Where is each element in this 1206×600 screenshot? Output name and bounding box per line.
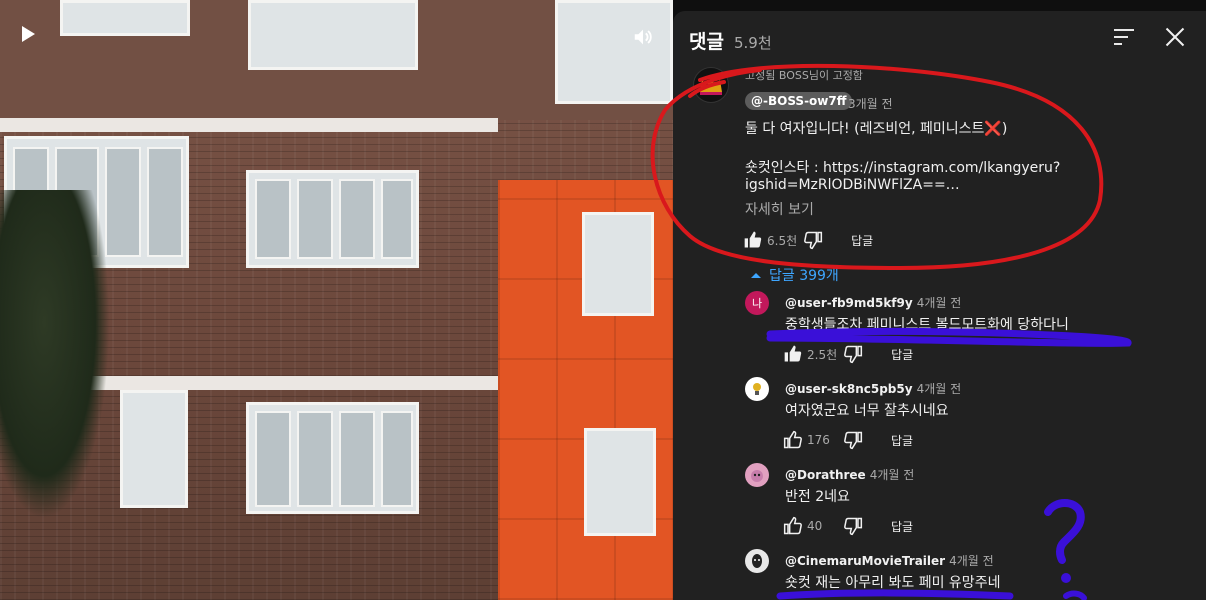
reply-author[interactable]: @user-fb9md5kf9y 4개월 전 [785, 294, 961, 311]
author-handle[interactable]: @CinemaruMovieTrailer [785, 554, 945, 568]
comment-text: 둘 다 여자입니다! (레즈비언, 페미니스트❌) [745, 121, 1008, 137]
author-handle[interactable]: @-BOSS-ow7ff [745, 92, 853, 110]
reply-button[interactable]: 답글 [891, 346, 913, 363]
comment-time: 4개월 전 [949, 554, 994, 568]
avatar[interactable] [693, 67, 729, 103]
avatar[interactable] [745, 549, 769, 573]
comment-time: 4개월 전 [916, 296, 962, 310]
comment-text: igshid=MzRlODBiNWFlZA==… [745, 177, 960, 193]
comment-time: 4개월 전 [869, 468, 915, 482]
read-more-link[interactable]: 자세히 보기 [745, 199, 814, 219]
dislike-icon[interactable] [843, 516, 863, 536]
window [120, 390, 188, 508]
reply-actions: 176 답글 [783, 429, 913, 451]
reply-button[interactable]: 답글 [851, 232, 873, 249]
reply-actions: 2.5천 답글 [783, 343, 913, 365]
like-icon[interactable] [783, 430, 803, 450]
window [246, 402, 419, 514]
reply-text: 숏컷 재는 아무리 봐도 페미 유망주네 [785, 575, 1001, 591]
avatar[interactable]: 나 [745, 291, 769, 315]
like-icon[interactable] [783, 344, 803, 364]
avatar[interactable] [745, 463, 769, 487]
author-handle[interactable]: @user-sk8nc5pb5y [785, 382, 913, 396]
like-count: 2.5천 [807, 347, 838, 362]
reply-author[interactable]: @CinemaruMovieTrailer 4개월 전 [785, 552, 994, 569]
author-handle[interactable]: @user-fb9md5kf9y [785, 296, 913, 310]
like-count: 40 [807, 519, 823, 533]
reply-text: 반전 2네요 [785, 489, 850, 505]
panel-header: 댓글 5.9천 [689, 27, 772, 54]
building-ledge [0, 118, 498, 132]
window [584, 428, 656, 536]
like-icon[interactable] [783, 516, 803, 536]
replies-count: 답글 399개 [769, 268, 839, 284]
window [246, 170, 419, 268]
reply-actions: 40 답글 [783, 515, 913, 537]
chevron-up-icon [751, 272, 761, 278]
window [60, 0, 190, 36]
close-icon[interactable] [1163, 25, 1187, 49]
dislike-icon[interactable] [843, 344, 863, 364]
video-player[interactable] [0, 0, 673, 600]
comment-time: 3개월 전 [848, 97, 893, 111]
reply-text: 여자였군요 너무 잘추시네요 [785, 403, 949, 419]
window [248, 0, 418, 70]
tree [0, 190, 110, 520]
window [555, 0, 673, 104]
like-icon[interactable] [743, 230, 763, 250]
reply-author[interactable]: @user-sk8nc5pb5y 4개월 전 [785, 380, 961, 397]
comment-text: 숏컷인스타 : https://instagram.com/lkangyeru? [745, 160, 1061, 176]
reply-button[interactable]: 답글 [891, 518, 913, 535]
reply-text: 중학생들조차 페미니스트 볼드모트화에 당하다니 [785, 317, 1069, 333]
window [582, 212, 654, 316]
like-count: 176 [807, 433, 830, 447]
play-icon[interactable] [22, 26, 35, 42]
pinned-label: 고정됨 BOSS님이 고정함 [745, 69, 863, 82]
volume-icon[interactable] [632, 26, 654, 53]
comment-time: 4개월 전 [916, 382, 962, 396]
comment-actions: 6.5천 답글 [743, 229, 873, 251]
like-count: 6.5천 [767, 233, 798, 248]
panel-title: 댓글 [689, 31, 724, 53]
sort-icon[interactable] [1114, 29, 1136, 47]
replies-toggle[interactable]: 답글 399개 [751, 265, 839, 285]
avatar-initial: 나 [751, 297, 763, 310]
author-handle[interactable]: @Dorathree [785, 468, 866, 482]
comments-panel: 댓글 5.9천 고정됨 BOSS님이 고정함 @-BOSS-ow7ff 3개월 … [673, 11, 1206, 600]
dislike-icon[interactable] [843, 430, 863, 450]
dislike-icon[interactable] [803, 230, 823, 250]
reply-button[interactable]: 답글 [891, 432, 913, 449]
comment-count: 5.9천 [733, 34, 772, 52]
avatar[interactable] [745, 377, 769, 401]
reply-author[interactable]: @Dorathree 4개월 전 [785, 466, 914, 483]
